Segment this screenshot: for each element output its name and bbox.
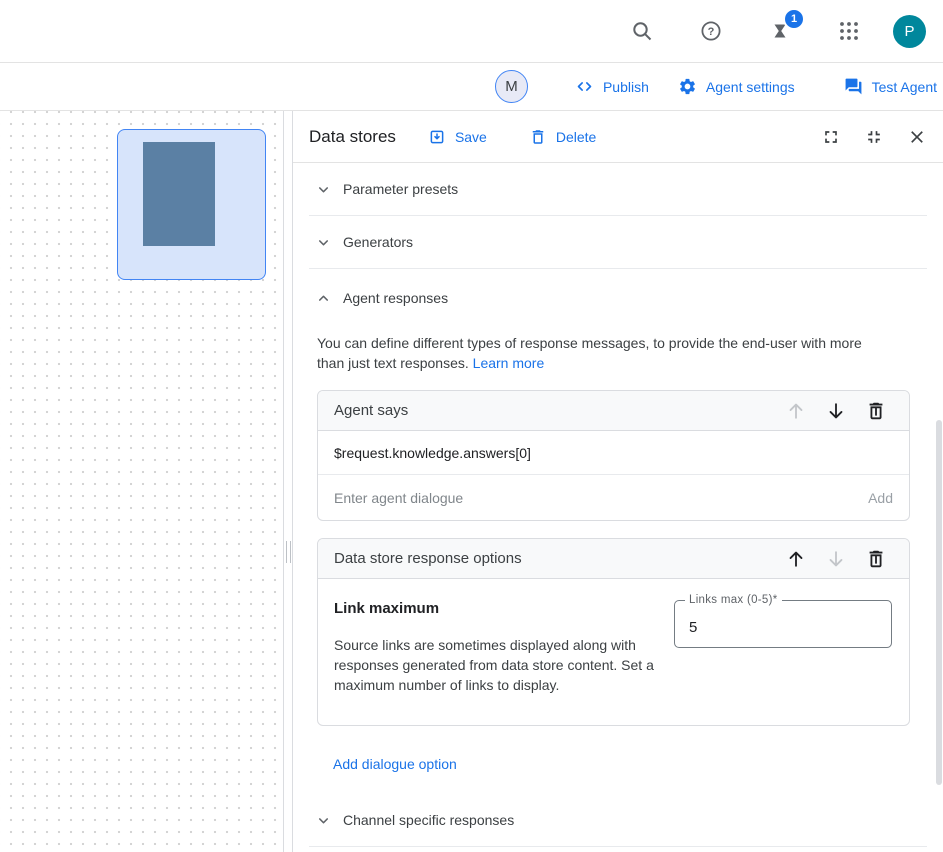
links-max-input[interactable] (675, 601, 891, 647)
save-label: Save (455, 129, 487, 145)
page-title: Data stores (309, 127, 396, 147)
top-app-bar: ? 1 P (0, 0, 943, 63)
section-label: Generators (343, 234, 413, 250)
flow-canvas[interactable] (0, 111, 284, 852)
test-agent-label: Test Agent (872, 79, 937, 95)
test-agent-button[interactable]: Test Agent (844, 77, 937, 96)
panel-scrollbar[interactable] (936, 420, 942, 785)
link-maximum-heading: Link maximum (334, 600, 664, 617)
save-icon (428, 128, 446, 146)
agent-dialogue-input[interactable] (334, 490, 856, 506)
avatar[interactable]: P (893, 15, 926, 48)
panel-resize-gutter (284, 111, 293, 852)
section-agent-responses[interactable]: Agent responses (309, 269, 927, 327)
code-icon (575, 77, 594, 96)
section-channel-specific-responses[interactable]: Channel specific responses (309, 794, 927, 847)
flow-node-selected[interactable] (117, 129, 266, 280)
add-button[interactable]: Add (868, 490, 893, 506)
move-down-icon (825, 548, 847, 570)
flow-node-body (143, 142, 215, 246)
link-maximum-description: Source links are sometimes displayed alo… (334, 635, 664, 695)
chevron-down-icon (316, 235, 331, 250)
links-max-label: Links max (0-5)* (685, 594, 782, 606)
section-label: Agent responses (343, 290, 448, 306)
agent-toolbar: M Publish Agent settings Test Agent (0, 63, 943, 111)
card-title: Data store response options (334, 550, 767, 567)
move-up-icon (785, 400, 807, 422)
description-text: You can define different types of respon… (317, 335, 862, 371)
save-button[interactable]: Save (428, 128, 487, 146)
exit-fullscreen-icon[interactable] (864, 127, 884, 147)
panel-resize-handle[interactable] (286, 541, 291, 563)
chat-icon (844, 77, 863, 96)
search-icon[interactable] (630, 19, 654, 43)
data-store-card-body: Link maximum Source links are sometimes … (318, 579, 909, 725)
section-generators[interactable]: Generators (309, 216, 927, 269)
close-icon[interactable] (907, 127, 927, 147)
card-title: Agent says (334, 402, 767, 419)
delete-label: Delete (556, 129, 596, 145)
trash-icon (529, 128, 547, 146)
data-stores-panel: Data stores Save Delete (293, 111, 943, 852)
trash-icon[interactable] (865, 400, 887, 422)
gear-icon (678, 77, 697, 96)
move-up-icon[interactable] (785, 548, 807, 570)
agent-says-card-header: Agent says (318, 391, 909, 431)
section-label: Parameter presets (343, 181, 458, 197)
agent-settings-button[interactable]: Agent settings (678, 77, 795, 96)
learn-more-link[interactable]: Learn more (473, 355, 545, 371)
svg-text:?: ? (708, 26, 715, 38)
apps-grid-icon[interactable] (837, 19, 861, 43)
trash-icon[interactable] (865, 548, 887, 570)
agent-settings-label: Agent settings (706, 79, 795, 95)
add-dialogue-option-link[interactable]: Add dialogue option (333, 756, 457, 772)
flow-avatar[interactable]: M (495, 70, 528, 103)
agent-dialogue-input-row: Add (318, 475, 909, 520)
chevron-down-icon (316, 182, 331, 197)
agent-responses-description: You can define different types of respon… (317, 333, 889, 373)
publish-label: Publish (603, 79, 649, 95)
fullscreen-icon[interactable] (821, 127, 841, 147)
chevron-down-icon (316, 813, 331, 828)
delete-button[interactable]: Delete (529, 128, 596, 146)
publish-button[interactable]: Publish (575, 77, 649, 96)
panel-body: Parameter presets Generators Agent respo… (293, 163, 943, 847)
agent-dialogue-entry[interactable]: $request.knowledge.answers[0] (318, 431, 909, 475)
help-icon[interactable]: ? (699, 19, 723, 43)
data-store-options-card: Data store response options (317, 538, 910, 726)
panel-header: Data stores Save Delete (293, 111, 943, 163)
notifications-icon[interactable]: 1 (768, 19, 792, 43)
section-label: Channel specific responses (343, 812, 514, 828)
data-store-card-header: Data store response options (318, 539, 909, 579)
agent-says-card: Agent says $request.knowledge.answers[0] (317, 390, 910, 521)
section-parameter-presets[interactable]: Parameter presets (309, 163, 927, 216)
notification-badge: 1 (783, 8, 805, 30)
links-max-field: Links max (0-5)* (674, 600, 892, 648)
chevron-up-icon (316, 291, 331, 306)
move-down-icon[interactable] (825, 400, 847, 422)
